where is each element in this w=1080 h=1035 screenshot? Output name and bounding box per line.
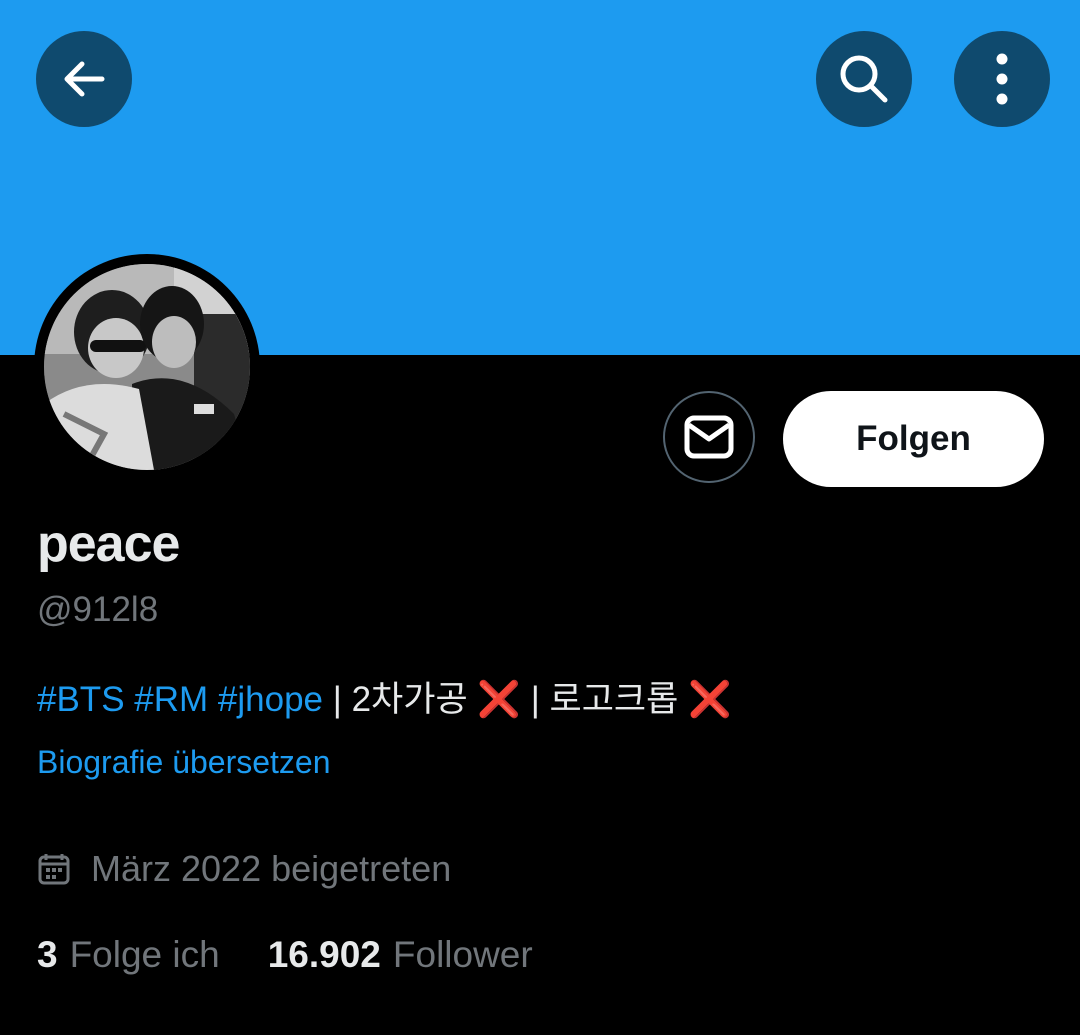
hashtag-link[interactable]: #BTS: [37, 680, 125, 719]
arrow-left-icon: [64, 61, 105, 97]
more-options-button[interactable]: [954, 31, 1050, 127]
hashtag-link[interactable]: #RM: [134, 680, 208, 719]
followers-stat[interactable]: 16.902 Follower: [268, 934, 533, 976]
envelope-icon: [684, 415, 734, 459]
bio-segment: 2차가공: [351, 680, 478, 719]
followers-label: Follower: [392, 934, 533, 975]
bio-separator: |: [323, 680, 352, 719]
translate-bio-link[interactable]: Biografie übersetzen: [37, 744, 331, 781]
avatar[interactable]: [44, 264, 250, 470]
following-label: Folge ich: [69, 934, 220, 975]
display-name: peace: [37, 515, 180, 573]
username-handle: @912l8: [37, 590, 159, 629]
more-vertical-icon: [996, 53, 1008, 105]
bio-text: #BTS #RM #jhope | 2차가공 ❌ | 로고크롭 ❌: [37, 671, 732, 722]
search-button[interactable]: [816, 31, 912, 127]
calendar-icon: [37, 852, 71, 886]
message-button[interactable]: [663, 391, 755, 483]
bio-segment: 로고크롭: [549, 680, 689, 719]
profile-stats: 3 Folge ich 16.902 Follower: [37, 934, 581, 976]
profile-photo: [44, 264, 250, 470]
search-icon: [840, 55, 888, 103]
avatar-frame[interactable]: [34, 254, 260, 480]
following-stat[interactable]: 3 Folge ich: [37, 934, 220, 976]
followers-count: 16.902: [267, 934, 381, 975]
join-date-text: März 2022 beigetreten: [91, 848, 452, 889]
hashtag-link[interactable]: #jhope: [218, 680, 323, 719]
following-count: 3: [37, 934, 58, 975]
join-date: März 2022 beigetreten: [37, 848, 451, 890]
back-button[interactable]: [36, 31, 132, 127]
bio-separator: |: [520, 680, 550, 719]
follow-button[interactable]: Folgen: [783, 391, 1044, 487]
cross-mark-icon: ❌: [688, 680, 732, 719]
cross-mark-icon: ❌: [477, 680, 521, 719]
